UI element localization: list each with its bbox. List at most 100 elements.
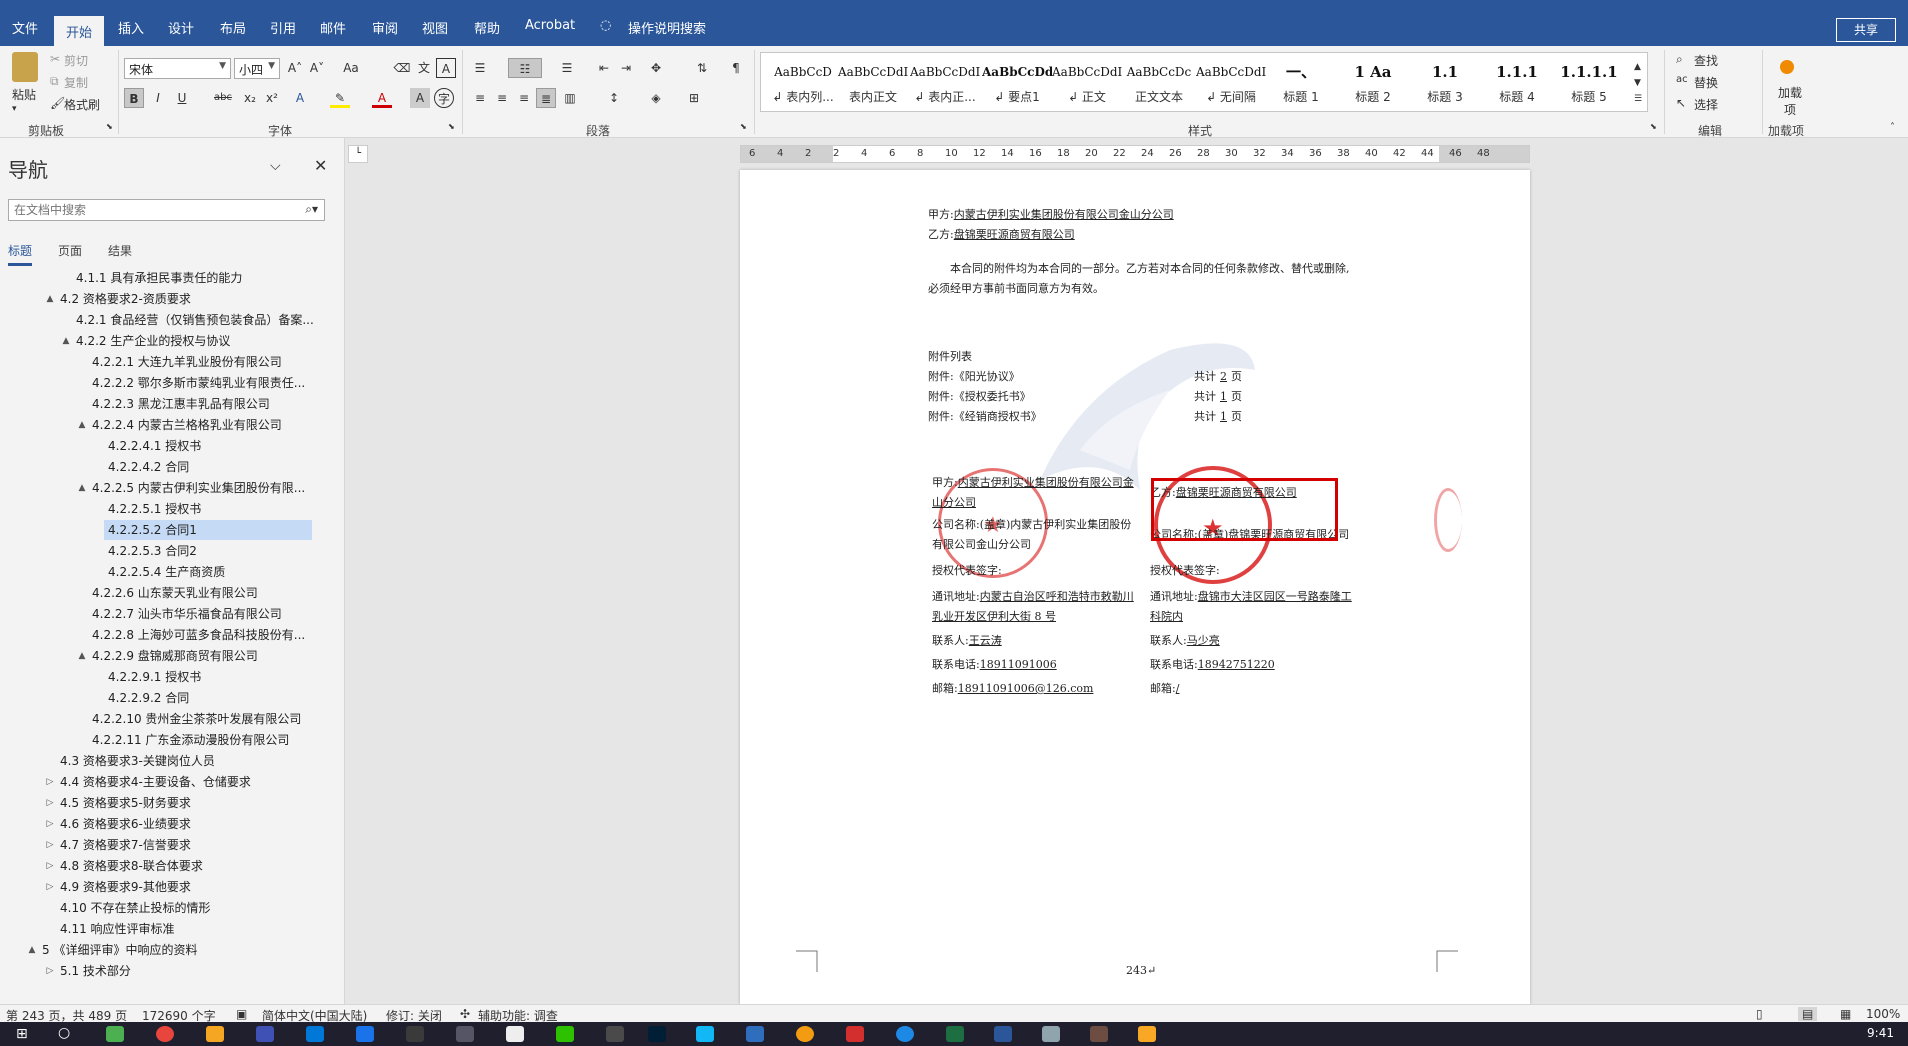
font-name-combo[interactable]: 宋体 ▼ bbox=[124, 58, 231, 79]
nav-heading-item[interactable]: 4.11 响应性评审标准 bbox=[56, 919, 312, 939]
italic-button[interactable]: I bbox=[148, 88, 168, 108]
nav-heading-item[interactable]: 4.2.2.5.4 生产商资质 bbox=[104, 562, 312, 582]
folder-icon[interactable] bbox=[1138, 1026, 1156, 1042]
nav-tab-headings[interactable]: 标题 bbox=[8, 242, 33, 266]
nav-heading-item[interactable]: 4.3 资格要求3-关键岗位人员 bbox=[56, 751, 312, 771]
word-icon[interactable] bbox=[994, 1026, 1012, 1042]
nav-heading-item[interactable]: 5.1 技术部分 bbox=[56, 961, 312, 981]
gallery-more-icon[interactable]: ☰ bbox=[1634, 94, 1642, 104]
char-shading-icon[interactable]: A bbox=[410, 88, 430, 108]
nav-heading-item[interactable]: 4.2.2.5 内蒙古伊利实业集团股份有限... bbox=[88, 478, 312, 498]
collapse-arrow-icon[interactable]: ▲ bbox=[26, 945, 38, 955]
borders-icon[interactable]: ⊞ bbox=[684, 88, 704, 108]
nav-heading-item[interactable]: 4.2.2.5.3 合同2 bbox=[104, 541, 312, 561]
wechat-icon[interactable] bbox=[556, 1026, 574, 1042]
paste-button[interactable]: 粘贴 bbox=[12, 86, 36, 103]
tab-references[interactable]: 引用 bbox=[270, 18, 296, 37]
collapse-arrow-icon[interactable]: ▲ bbox=[76, 651, 88, 661]
nav-heading-item[interactable]: 4.2.2.1 大连九羊乳业股份有限公司 bbox=[88, 352, 312, 372]
shrink-font-icon[interactable]: A˅ bbox=[307, 58, 327, 78]
phonetic-guide-icon[interactable]: 文 bbox=[414, 58, 434, 78]
multilevel-list-icon[interactable]: ☰ bbox=[550, 58, 584, 78]
store-icon[interactable] bbox=[306, 1026, 324, 1042]
nav-heading-item[interactable]: 4.9 资格要求9-其他要求 bbox=[56, 877, 312, 897]
search-input[interactable] bbox=[9, 200, 289, 220]
nav-heading-item[interactable]: 4.2.2.9 盘锦威那商贸有限公司 bbox=[88, 646, 312, 666]
expand-arrow-icon[interactable]: ▷ bbox=[44, 777, 56, 787]
app-icon[interactable] bbox=[356, 1026, 374, 1042]
expand-arrow-icon[interactable]: ▷ bbox=[44, 798, 56, 808]
qq-icon[interactable] bbox=[696, 1026, 714, 1042]
acrobat-icon[interactable] bbox=[846, 1026, 864, 1042]
expand-arrow-icon[interactable]: ▷ bbox=[44, 840, 56, 850]
edge-icon[interactable] bbox=[256, 1026, 274, 1042]
shading-icon[interactable]: ◈ bbox=[646, 88, 666, 108]
nav-heading-item[interactable]: 4.2.2.8 上海妙可蓝多食品科技股份有... bbox=[88, 625, 312, 645]
justify-icon[interactable]: ≣ bbox=[536, 88, 556, 108]
nav-heading-item[interactable]: 4.2 资格要求2-资质要求 bbox=[56, 289, 312, 309]
align-right-icon[interactable]: ≡ bbox=[514, 88, 534, 108]
tab-home[interactable]: 开始 bbox=[54, 16, 105, 46]
app-icon[interactable] bbox=[506, 1026, 524, 1042]
style-item[interactable]: 1 Aa 标题 2 bbox=[1338, 52, 1408, 114]
sort-icon[interactable]: ⇅ bbox=[692, 58, 712, 78]
addin-icon[interactable] bbox=[1780, 60, 1794, 74]
nav-heading-item[interactable]: 4.8 资格要求8-联合体要求 bbox=[56, 856, 312, 876]
nav-heading-item[interactable]: 4.7 资格要求7-信誉要求 bbox=[56, 835, 312, 855]
gallery-scroll-up-icon[interactable]: ▲ bbox=[1634, 62, 1641, 72]
nav-heading-item[interactable]: 4.2.2 生产企业的授权与协议 bbox=[72, 331, 312, 351]
tab-help[interactable]: 帮助 bbox=[474, 18, 500, 37]
replace-button[interactable]: 替换 bbox=[1694, 74, 1718, 91]
nav-heading-item[interactable]: 4.2.2.4.1 授权书 bbox=[104, 436, 312, 456]
horizontal-ruler[interactable]: 6 4 2 2 4 6 8 10 12 14 16 18 20 22 24 26 28 30 32 34 36 38 40 4… bbox=[740, 145, 1530, 163]
nav-tab-results[interactable]: 结果 bbox=[108, 242, 132, 259]
text-effects-icon[interactable]: A bbox=[290, 88, 310, 108]
style-item[interactable]: AaBbCcDd ↲ 要点1 bbox=[982, 52, 1052, 114]
nav-heading-item[interactable]: 4.2.2.7 汕头市华乐福食品有限公司 bbox=[88, 604, 312, 624]
addins-button[interactable]: 加载项 bbox=[1776, 84, 1804, 118]
gallery-scroll-down-icon[interactable]: ▼ bbox=[1634, 78, 1641, 88]
style-item[interactable]: AaBbCcDc 正文文本 bbox=[1124, 52, 1194, 114]
tab-acrobat[interactable]: Acrobat bbox=[525, 18, 575, 33]
tell-me-search[interactable]: 操作说明搜索 bbox=[628, 18, 706, 37]
style-item[interactable]: 1.1.1.1 标题 5 bbox=[1554, 52, 1624, 114]
chevron-down-icon[interactable]: ⌵ bbox=[270, 158, 281, 174]
chinese-layout-icon[interactable]: ✥ bbox=[646, 58, 666, 78]
style-item[interactable]: 1.1.1 标题 4 bbox=[1482, 52, 1552, 114]
dialog-launcher-icon[interactable]: ⬊ bbox=[448, 122, 455, 131]
bullets-icon[interactable]: ☰ bbox=[470, 58, 490, 78]
underline-button[interactable]: U bbox=[172, 88, 192, 108]
nav-heading-item[interactable]: 4.2.2.11 广东金添动漫股份有限公司 bbox=[88, 730, 312, 750]
read-mode-icon[interactable]: ▯ bbox=[1756, 1007, 1763, 1021]
tab-review[interactable]: 审阅 bbox=[372, 18, 398, 37]
nav-search-box[interactable]: ⌕▾ bbox=[8, 199, 325, 221]
app-icon[interactable] bbox=[796, 1026, 814, 1042]
app-icon[interactable] bbox=[896, 1026, 914, 1042]
share-button[interactable]: 共享 bbox=[1836, 18, 1896, 42]
dialog-launcher-icon[interactable]: ⬊ bbox=[740, 122, 747, 131]
collapse-arrow-icon[interactable]: ▲ bbox=[60, 336, 72, 346]
nav-heading-item[interactable]: 4.2.2.5.1 授权书 bbox=[104, 499, 312, 519]
style-item[interactable]: 1.1 标题 3 bbox=[1410, 52, 1480, 114]
tab-file[interactable]: 文件 bbox=[12, 18, 38, 37]
nav-heading-item[interactable]: 4.2.2.4 内蒙古兰格格乳业有限公司 bbox=[88, 415, 312, 435]
photoshop-icon[interactable] bbox=[648, 1026, 666, 1042]
nav-heading-item[interactable]: 4.2.2.5.2 合同1 bbox=[104, 520, 312, 540]
expand-arrow-icon[interactable]: ▷ bbox=[44, 819, 56, 829]
calculator-icon[interactable] bbox=[106, 1026, 124, 1042]
font-size-combo[interactable]: 小四 ▼ bbox=[234, 58, 280, 79]
nav-heading-item[interactable]: 4.2.2.9.1 授权书 bbox=[104, 667, 312, 687]
app-icon[interactable] bbox=[606, 1026, 624, 1042]
collapse-arrow-icon[interactable]: ▲ bbox=[44, 294, 56, 304]
app-icon[interactable] bbox=[1090, 1026, 1108, 1042]
document-page[interactable]: 甲方:内蒙古伊利实业集团股份有限公司金山分公司 乙方:盘锦栗旺源商贸有限公司 本… bbox=[740, 170, 1530, 1004]
decrease-indent-icon[interactable]: ⇤ bbox=[594, 58, 614, 78]
expand-arrow-icon[interactable]: ▷ bbox=[44, 861, 56, 871]
dialog-launcher-icon[interactable]: ⬊ bbox=[106, 122, 113, 131]
nav-heading-item[interactable]: 4.10 不存在禁止投标的情形 bbox=[56, 898, 312, 918]
app-icon[interactable] bbox=[456, 1026, 474, 1042]
print-layout-icon[interactable]: ▤ bbox=[1798, 1007, 1818, 1021]
increase-indent-icon[interactable]: ⇥ bbox=[616, 58, 636, 78]
nav-heading-item[interactable]: 4.2.2.6 山东蒙天乳业有限公司 bbox=[88, 583, 312, 603]
close-icon[interactable]: ✕ bbox=[314, 156, 327, 175]
